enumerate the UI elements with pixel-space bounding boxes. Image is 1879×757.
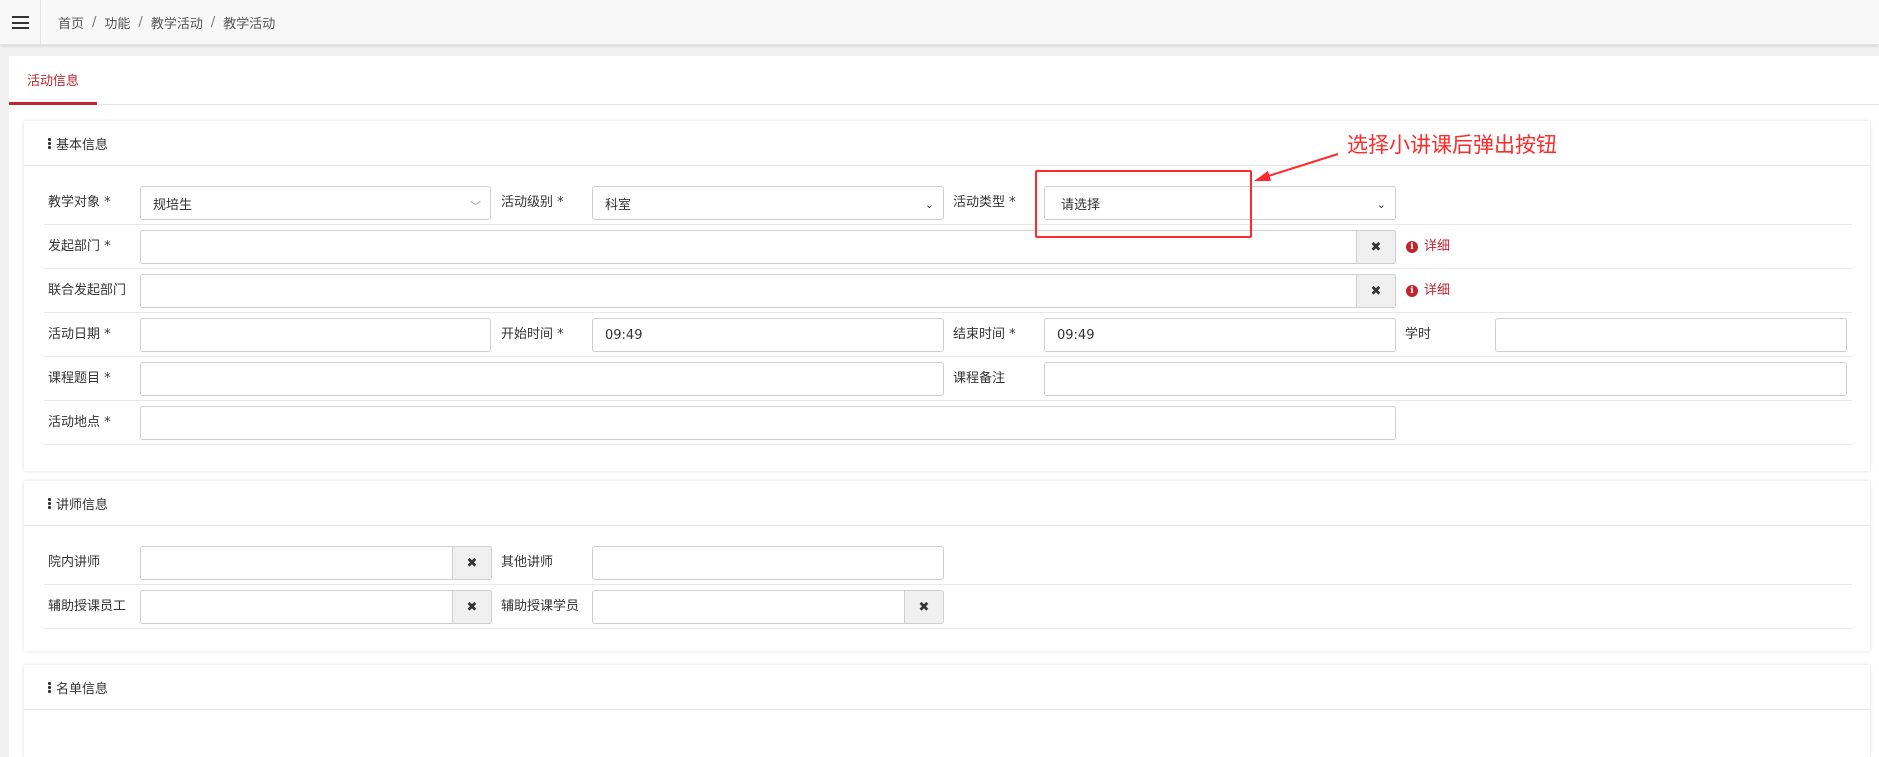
activity-date-input[interactable] (140, 318, 491, 352)
field-label: 教学对象 * (48, 195, 111, 210)
form-row: 活动日期 * 开始时间 * 09:49 结束时间 * 09:49 学时 (44, 313, 1852, 357)
close-icon: ✖ (918, 599, 930, 615)
end-time-input[interactable]: 09:49 (1044, 318, 1396, 352)
info-circle-icon: i (1406, 285, 1418, 297)
assist-staff-input[interactable] (140, 590, 452, 624)
panel-title: 讲师信息 (56, 497, 109, 513)
form-row: 教学对象 * 规培生 ﹀ 活动级别 * 科室 ⌄ 活动类型 * 请选择 ⌄ (44, 181, 1852, 225)
field-label: 联合发起部门 (48, 283, 127, 298)
form-row: 院内讲师 ✖ 其他讲师 (44, 541, 1852, 585)
field-label: 结束时间 * (953, 327, 1016, 342)
annotation-text: 选择小讲课后弹出按钮 (1347, 133, 1557, 157)
chevron-down-icon: ⌄ (1376, 198, 1386, 211)
field-label: 其他讲师 (501, 555, 554, 570)
joint-dept-input[interactable] (140, 274, 1356, 308)
tab-bar: 活动信息 (9, 56, 1879, 105)
field-label: 课程题目 * (48, 371, 111, 386)
basic-info-header: 基本信息 (24, 121, 1870, 166)
close-icon: ✖ (1370, 283, 1382, 299)
more-vertical-icon (48, 497, 51, 509)
field-label: 活动类型 * (953, 195, 1016, 210)
lecturer-info-panel: 讲师信息 院内讲师 ✖ 其他讲师 辅助授课员工 ✖ 辅助授课学员 ✖ (24, 481, 1870, 651)
clear-assist-student-button[interactable]: ✖ (904, 590, 944, 624)
more-vertical-icon (48, 681, 51, 693)
more-vertical-icon (48, 137, 51, 149)
close-icon: ✖ (1370, 239, 1382, 255)
top-bar: 首页 / 功能 / 教学活动 / 教学活动 (0, 0, 1879, 45)
annotation-highlight-box (1035, 170, 1252, 238)
clear-assist-staff-button[interactable]: ✖ (452, 590, 492, 624)
panel-title: 名单信息 (56, 681, 109, 697)
field-label: 学时 (1405, 327, 1432, 342)
field-label: 开始时间 * (501, 327, 564, 342)
form-row: 联合发起部门 ✖ i 详细 (44, 269, 1852, 313)
start-time-input[interactable]: 09:49 (592, 318, 944, 352)
breadcrumb-function[interactable]: 功能 (104, 13, 130, 32)
course-title-input[interactable] (140, 362, 944, 396)
joint-dept-detail-link[interactable]: i 详细 (1406, 269, 1450, 313)
roster-info-header: 名单信息 (24, 665, 1870, 710)
form-row: 活动地点 * (44, 401, 1852, 445)
other-lecturer-input[interactable] (592, 546, 944, 580)
form-row: 发起部门 * ✖ i 详细 (44, 225, 1852, 269)
field-label: 活动地点 * (48, 415, 111, 430)
assist-student-input[interactable] (592, 590, 904, 624)
clear-origin-dept-button[interactable]: ✖ (1356, 230, 1396, 264)
tab-activity-info[interactable]: 活动信息 (9, 56, 97, 105)
hours-input[interactable] (1495, 318, 1847, 352)
main-content: 活动信息 基本信息 教学对象 * 规培生 ﹀ 活动级别 * 科室 ⌄ 活动类型 … (9, 56, 1879, 757)
activity-level-select[interactable]: 科室 ⌄ (592, 186, 944, 220)
panel-title: 基本信息 (56, 137, 109, 153)
location-input[interactable] (140, 406, 1396, 440)
internal-lecturer-input[interactable] (140, 546, 452, 580)
breadcrumb-current: 教学活动 (223, 17, 276, 32)
breadcrumb: 首页 / 功能 / 教学活动 / 教学活动 (58, 13, 276, 32)
basic-info-panel: 基本信息 教学对象 * 规培生 ﹀ 活动级别 * 科室 ⌄ 活动类型 * 请选择… (24, 121, 1870, 471)
chevron-down-icon: ⌄ (924, 198, 934, 211)
form-row: 课程题目 * 课程备注 (44, 357, 1852, 401)
field-label: 活动级别 * (501, 195, 564, 210)
field-label: 发起部门 * (48, 239, 111, 254)
clear-internal-lecturer-button[interactable]: ✖ (452, 546, 492, 580)
menu-toggle-button[interactable] (0, 0, 41, 45)
field-label: 课程备注 (953, 371, 1006, 386)
field-label: 辅助授课员工 (48, 599, 127, 614)
course-note-input[interactable] (1044, 362, 1847, 396)
close-icon: ✖ (466, 555, 478, 571)
field-label: 辅助授课学员 (501, 599, 580, 614)
info-circle-icon: i (1406, 241, 1418, 253)
field-label: 活动日期 * (48, 327, 111, 342)
breadcrumb-home[interactable]: 首页 (58, 13, 84, 32)
breadcrumb-teaching[interactable]: 教学活动 (151, 13, 203, 32)
teach-target-select[interactable]: 规培生 ﹀ (140, 186, 491, 220)
clear-joint-dept-button[interactable]: ✖ (1356, 274, 1396, 308)
hamburger-icon (11, 16, 29, 29)
chevron-down-icon: ﹀ (470, 200, 481, 213)
form-row: 辅助授课员工 ✖ 辅助授课学员 ✖ (44, 585, 1852, 629)
field-label: 院内讲师 (48, 555, 101, 570)
close-icon: ✖ (466, 599, 478, 615)
lecturer-info-header: 讲师信息 (24, 481, 1870, 526)
roster-info-panel: 名单信息 (24, 665, 1870, 757)
origin-dept-detail-link[interactable]: i 详细 (1406, 225, 1450, 269)
